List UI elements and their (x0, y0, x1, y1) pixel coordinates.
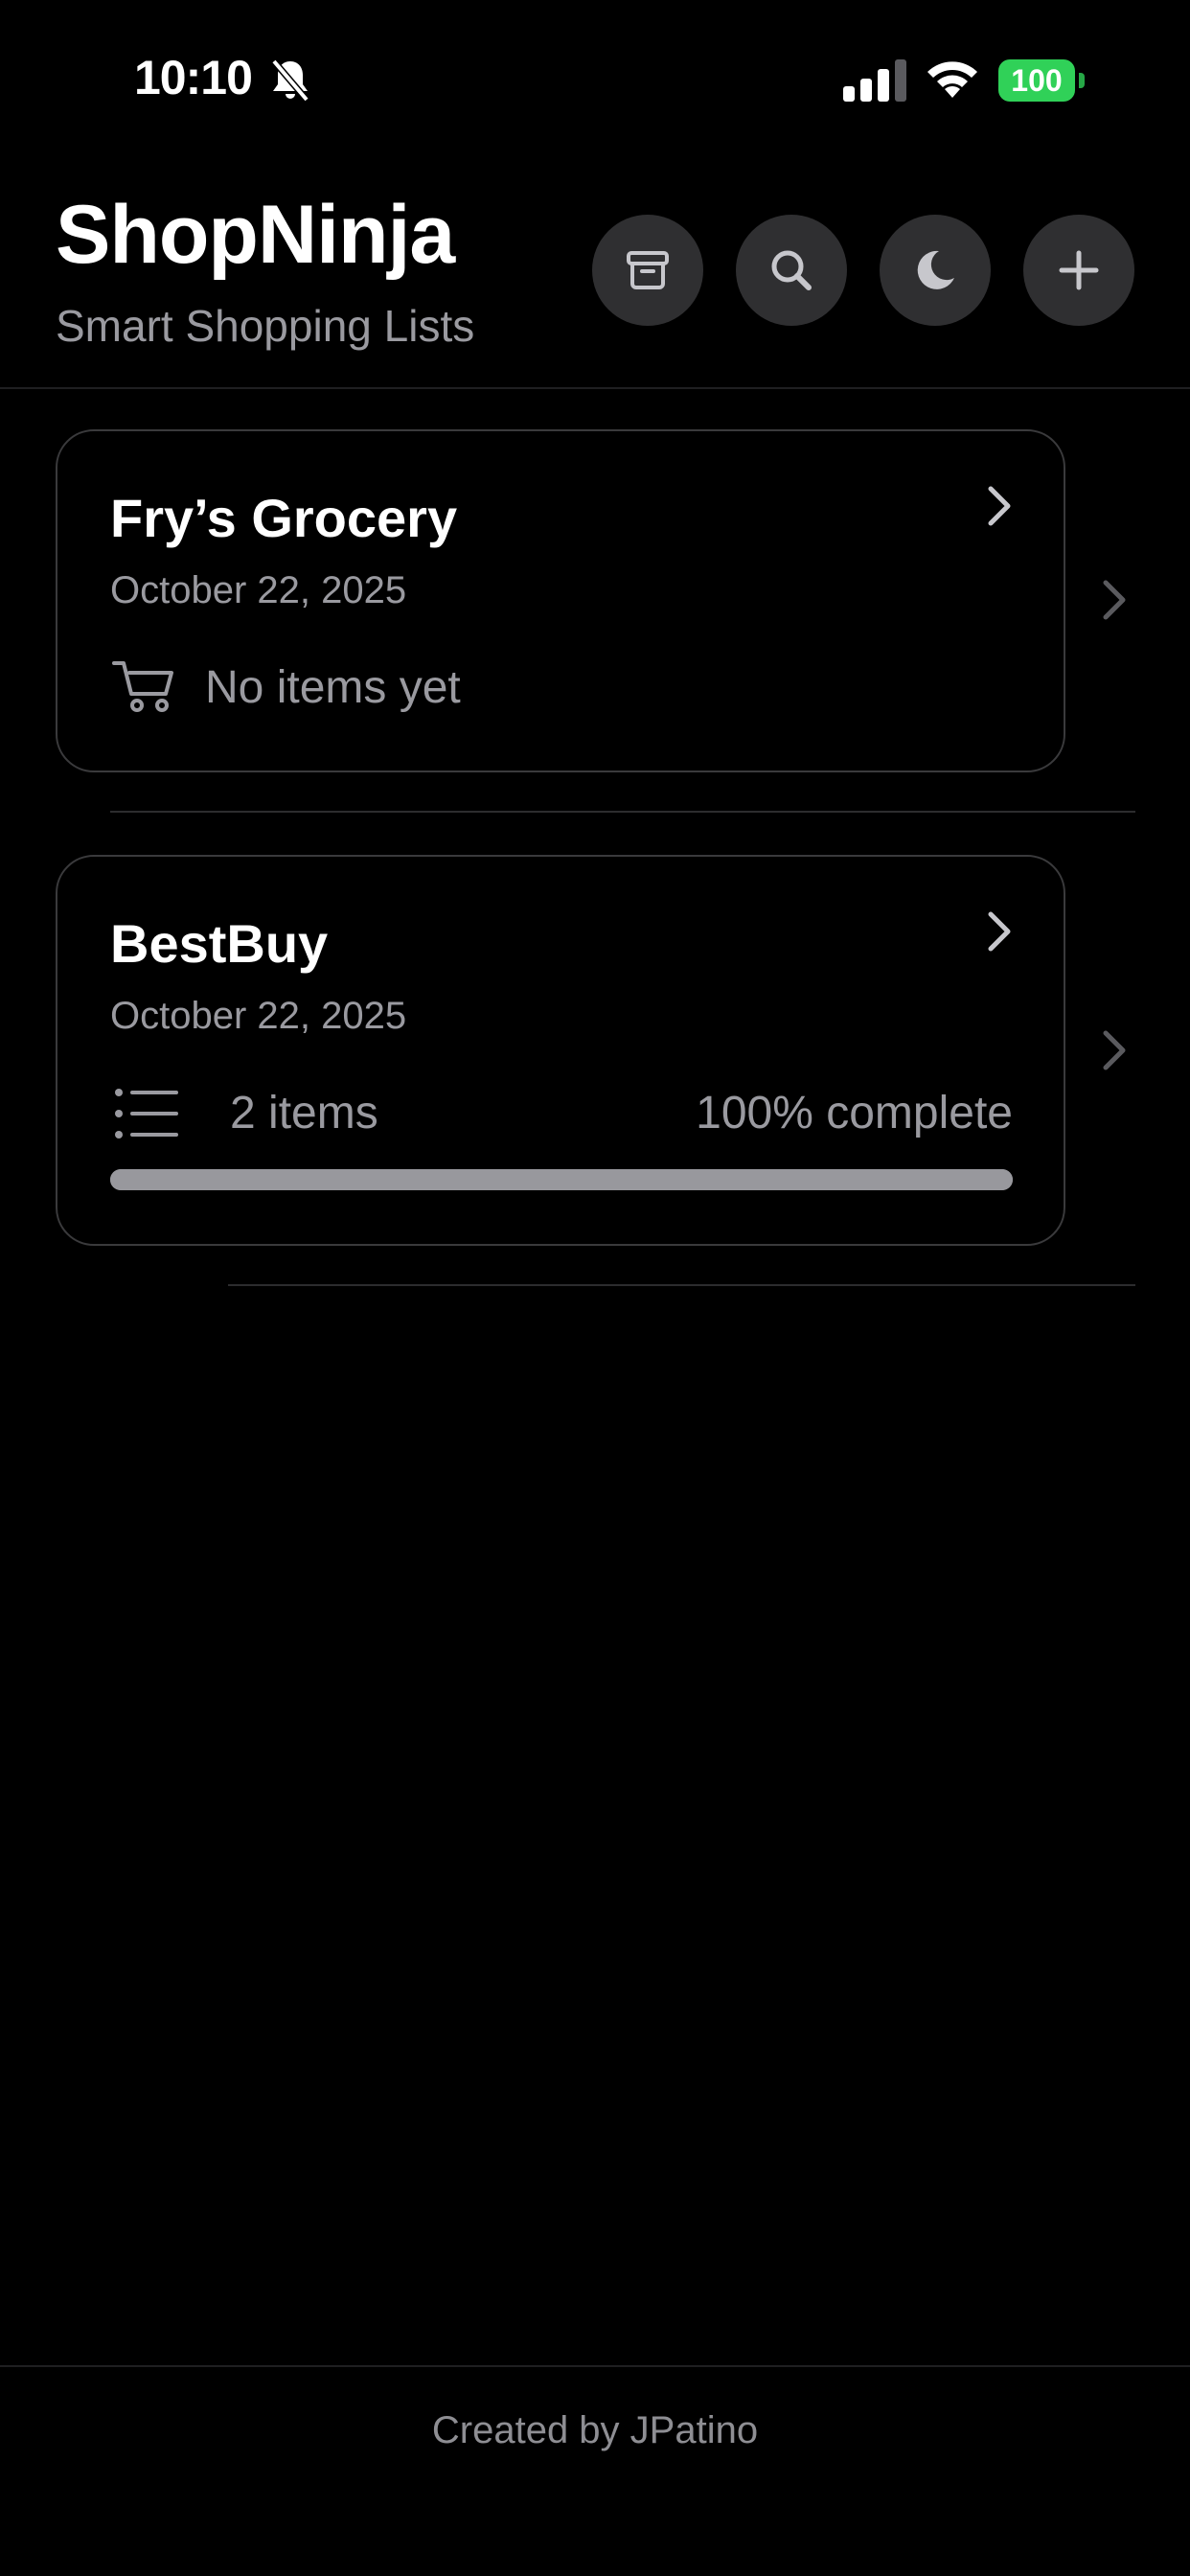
row-chevron-icon (1100, 1029, 1129, 1071)
bell-slash-icon (270, 58, 310, 104)
battery-icon: 100 (998, 59, 1087, 102)
footer-credit: Created by JPatino (431, 2409, 759, 2451)
add-list-button[interactable] (1023, 215, 1134, 326)
status-time: 10:10 (134, 51, 253, 104)
app-title: ShopNinja (56, 189, 455, 281)
dark-mode-toggle-button[interactable] (880, 215, 991, 326)
row-chevron-icon (1100, 579, 1129, 621)
footer-divider (0, 2365, 1190, 2367)
search-icon (771, 250, 812, 290)
row-divider (110, 811, 1135, 813)
app-subtitle: Smart Shopping Lists (56, 301, 475, 351)
archive-icon (627, 251, 669, 289)
moon-icon (917, 250, 954, 289)
item-count: 2 items (230, 1088, 378, 1138)
row-divider (228, 1284, 1135, 1286)
list-name: BestBuy (110, 913, 329, 974)
search-button[interactable] (736, 215, 847, 326)
wifi-icon (924, 56, 981, 102)
plus-icon (1059, 250, 1099, 290)
progress-bar (110, 1169, 1013, 1190)
list-icon (113, 1087, 180, 1140)
list-date: October 22, 2025 (110, 569, 407, 611)
chevron-right-icon (985, 910, 1014, 953)
battery-level: 100 (998, 59, 1075, 102)
list-date: October 22, 2025 (110, 995, 407, 1037)
header-divider (0, 387, 1190, 389)
chevron-right-icon (985, 485, 1014, 527)
cart-icon (110, 657, 177, 715)
list-summary: No items yet (205, 662, 461, 713)
cellular-signal-icon (843, 59, 906, 102)
progress-label: 100% complete (696, 1088, 1013, 1138)
archive-button[interactable] (592, 215, 703, 326)
progress-fill (110, 1169, 1013, 1190)
list-name: Fry’s Grocery (110, 488, 458, 548)
